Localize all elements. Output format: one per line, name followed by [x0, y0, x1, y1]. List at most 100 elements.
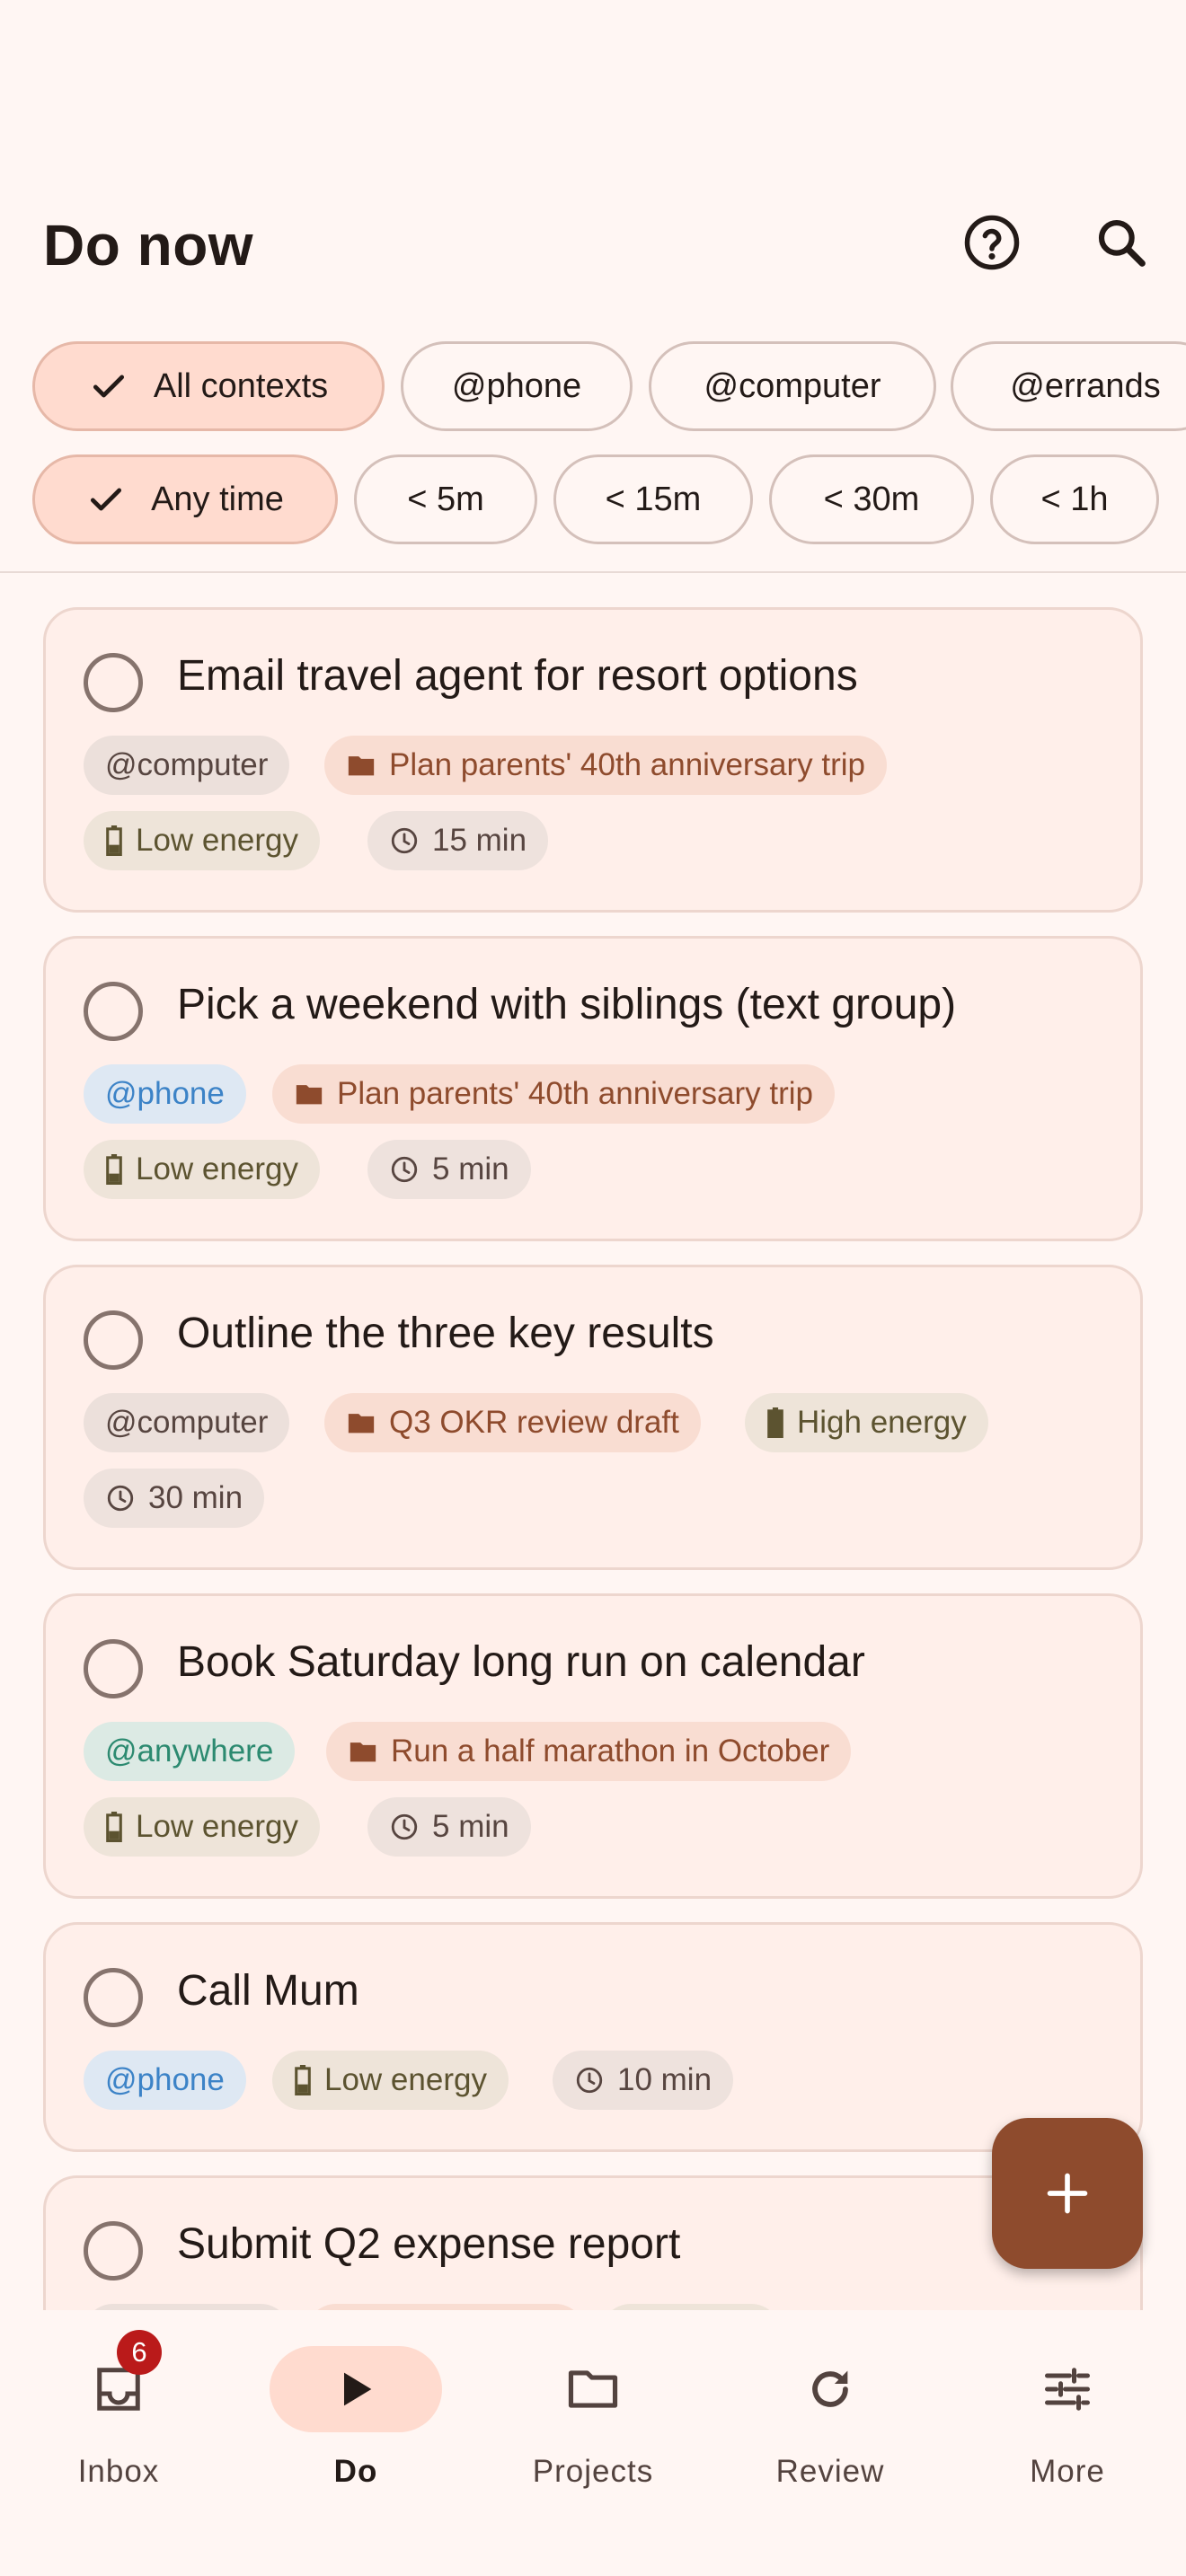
help-icon	[964, 215, 1020, 270]
chip-computer[interactable]: @computer	[649, 341, 936, 431]
nav-label: Inbox	[77, 2454, 160, 2489]
energy-tag-label: Low energy	[324, 2062, 487, 2097]
energy-tag-label: Low energy	[136, 1809, 298, 1844]
chip-errands[interactable]: @errands	[951, 341, 1186, 431]
energy-tag-label: Low energy	[136, 823, 298, 858]
clock-icon	[389, 1812, 420, 1842]
nav-label: Review	[775, 2454, 885, 2489]
nav-label: Projects	[532, 2454, 654, 2489]
task-card[interactable]: Call Mum @phone Low energy 10 min	[43, 1922, 1143, 2152]
context-tag-label: @phone	[105, 1076, 225, 1111]
project-tag	[306, 2304, 585, 2310]
chip-label: Any time	[151, 480, 284, 518]
time-tag-label: 10 min	[617, 2062, 712, 2097]
folder-icon	[568, 2370, 618, 2408]
nav-projects[interactable]: Projects	[474, 2328, 712, 2508]
complete-checkbox[interactable]	[84, 2221, 143, 2280]
context-filter-row: All contexts @phone @computer @errands	[0, 341, 1186, 435]
search-button[interactable]	[1085, 207, 1157, 278]
search-icon	[1098, 219, 1146, 267]
energy-tag-label: High energy	[797, 1405, 967, 1440]
battery-full-icon	[766, 1407, 784, 1438]
help-button[interactable]	[956, 207, 1028, 278]
tune-icon	[1045, 2368, 1090, 2411]
task-card[interactable]: Submit Q2 expense report	[43, 2175, 1143, 2310]
chip-label: All contexts	[153, 366, 329, 405]
energy-tag: Low energy	[84, 1140, 320, 1199]
context-tag	[84, 2304, 290, 2310]
complete-checkbox[interactable]	[84, 1310, 143, 1370]
time-tag: 30 min	[84, 1469, 265, 1528]
complete-checkbox[interactable]	[84, 1639, 143, 1698]
context-tag: @anywhere	[84, 1722, 296, 1781]
time-tag: 5 min	[367, 1140, 531, 1199]
chip-under-30m[interactable]: < 30m	[769, 454, 974, 544]
time-tag: 5 min	[367, 1797, 531, 1857]
nav-label: More	[1030, 2454, 1105, 2489]
check-icon	[86, 480, 126, 519]
context-tag: @computer	[84, 1393, 290, 1452]
energy-tag: Low energy	[272, 2051, 509, 2110]
context-tag-label: @anywhere	[105, 1734, 274, 1769]
context-tag-label: @phone	[105, 2062, 225, 2097]
battery-low-icon	[105, 1154, 123, 1185]
project-tag: Plan parents' 40th anniversary trip	[272, 1064, 836, 1124]
clock-icon	[389, 825, 420, 856]
chip-under-5m[interactable]: < 5m	[354, 454, 537, 544]
task-title: Submit Q2 expense report	[177, 2220, 681, 2268]
chip-phone[interactable]: @phone	[401, 341, 633, 431]
folder-icon	[346, 1407, 376, 1438]
inbox-badge: 6	[117, 2330, 162, 2375]
context-tag: @phone	[84, 2051, 246, 2110]
task-card[interactable]: Pick a weekend with siblings (text group…	[43, 936, 1143, 1241]
nav-indicator	[981, 2346, 1154, 2432]
task-card[interactable]: Outline the three key results @computer …	[43, 1265, 1143, 1570]
complete-checkbox[interactable]	[84, 653, 143, 712]
time-tag-label: 5 min	[432, 1151, 509, 1187]
battery-low-icon	[105, 825, 123, 856]
project-tag-label: Run a half marathon in October	[391, 1734, 830, 1769]
battery-low-icon	[294, 2065, 312, 2095]
chip-under-15m[interactable]: < 15m	[553, 454, 753, 544]
chip-any-time[interactable]: Any time	[32, 454, 338, 544]
time-tag-label: 5 min	[432, 1809, 509, 1844]
folder-icon	[348, 1736, 378, 1767]
nav-indicator	[270, 2346, 442, 2432]
time-tag-label: 15 min	[432, 823, 527, 858]
energy-tag	[601, 2304, 781, 2310]
nav-indicator	[507, 2346, 679, 2432]
task-title: Pick a weekend with siblings (text group…	[177, 981, 957, 1028]
nav-do[interactable]: Do	[237, 2328, 474, 2508]
context-tag: @computer	[84, 736, 290, 795]
chip-label: < 1h	[1040, 480, 1109, 518]
complete-checkbox[interactable]	[84, 1968, 143, 2027]
chip-label: @errands	[1010, 366, 1161, 405]
folder-icon	[294, 1079, 324, 1109]
task-list[interactable]: Email travel agent for resort options @c…	[0, 573, 1186, 2310]
clock-icon	[574, 2065, 605, 2095]
bottom-navigation: 6 Inbox Do Projects Review More	[0, 2310, 1186, 2576]
nav-inbox[interactable]: 6 Inbox	[0, 2328, 237, 2508]
refresh-icon	[812, 2370, 848, 2407]
task-title: Outline the three key results	[177, 1310, 714, 1357]
context-tag-label: @computer	[105, 747, 269, 782]
project-tag-label: Plan parents' 40th anniversary trip	[389, 747, 866, 782]
nav-more[interactable]: More	[949, 2328, 1186, 2508]
context-tag-label: @computer	[105, 1405, 269, 1440]
task-title: Email travel agent for resort options	[177, 652, 858, 700]
time-tag: 10 min	[553, 2051, 734, 2110]
folder-icon	[346, 750, 376, 781]
task-card[interactable]: Email travel agent for resort options @c…	[43, 607, 1143, 913]
nav-review[interactable]: Review	[712, 2328, 949, 2508]
complete-checkbox[interactable]	[84, 982, 143, 1041]
energy-tag: High energy	[745, 1393, 988, 1452]
chip-all-contexts[interactable]: All contexts	[32, 341, 385, 431]
chip-under-1h[interactable]: < 1h	[990, 454, 1159, 544]
plus-icon	[1047, 2173, 1088, 2214]
task-card[interactable]: Book Saturday long run on calendar @anyw…	[43, 1593, 1143, 1899]
add-task-button[interactable]	[992, 2118, 1143, 2269]
energy-tag: Low energy	[84, 1797, 320, 1857]
chip-label: < 5m	[407, 480, 484, 518]
nav-label: Do	[333, 2454, 378, 2489]
chip-label: @phone	[451, 366, 582, 405]
